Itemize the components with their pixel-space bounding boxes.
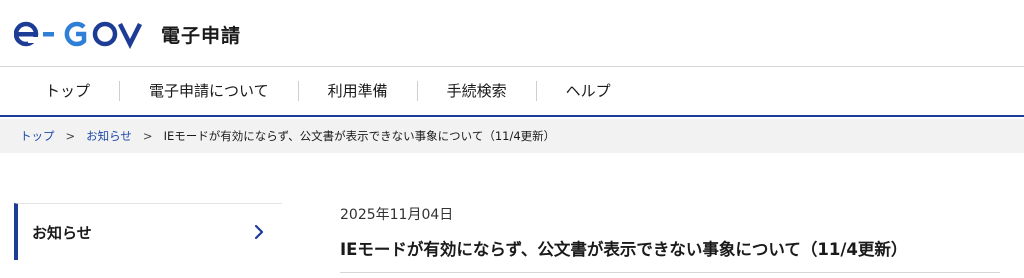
nav-item-help[interactable]: ヘルプ xyxy=(535,81,640,101)
sidebar-item-label: お知らせ xyxy=(32,223,92,242)
nav-item-top[interactable]: トップ xyxy=(16,81,119,101)
breadcrumb-news-link[interactable]: お知らせ xyxy=(86,128,132,144)
breadcrumb-current: IEモードが有効にならず、公文書が表示できない事象について（11/4更新） xyxy=(163,129,556,143)
breadcrumb-separator: > xyxy=(65,129,76,143)
breadcrumb: トップ > お知らせ > IEモードが有効にならず、公文書が表示できない事象につ… xyxy=(0,119,1024,153)
chevron-right-icon xyxy=(254,224,264,240)
breadcrumb-separator: > xyxy=(142,129,153,143)
site-label: 電子申請 xyxy=(161,24,242,47)
egov-logo[interactable]: 電子申請 xyxy=(14,18,241,50)
site-header: 電子申請 xyxy=(0,0,1024,67)
nav-item-preparation[interactable]: 利用準備 xyxy=(297,81,417,101)
article-title: IEモードが有効にならず、公文書が表示できない事象について（11/4更新） xyxy=(340,240,908,259)
egov-logo-icon xyxy=(14,21,143,49)
article-date: 2025年11月04日 xyxy=(340,207,454,223)
sidebar-item-news[interactable]: お知らせ xyxy=(14,203,282,260)
global-nav: トップ 電子申請について 利用準備 手続検索 ヘルプ xyxy=(0,67,1024,117)
article-divider xyxy=(340,272,1000,273)
nav-item-about[interactable]: 電子申請について xyxy=(119,81,298,101)
breadcrumb-home-link[interactable]: トップ xyxy=(20,128,55,144)
nav-item-search[interactable]: 手続検索 xyxy=(416,81,536,101)
